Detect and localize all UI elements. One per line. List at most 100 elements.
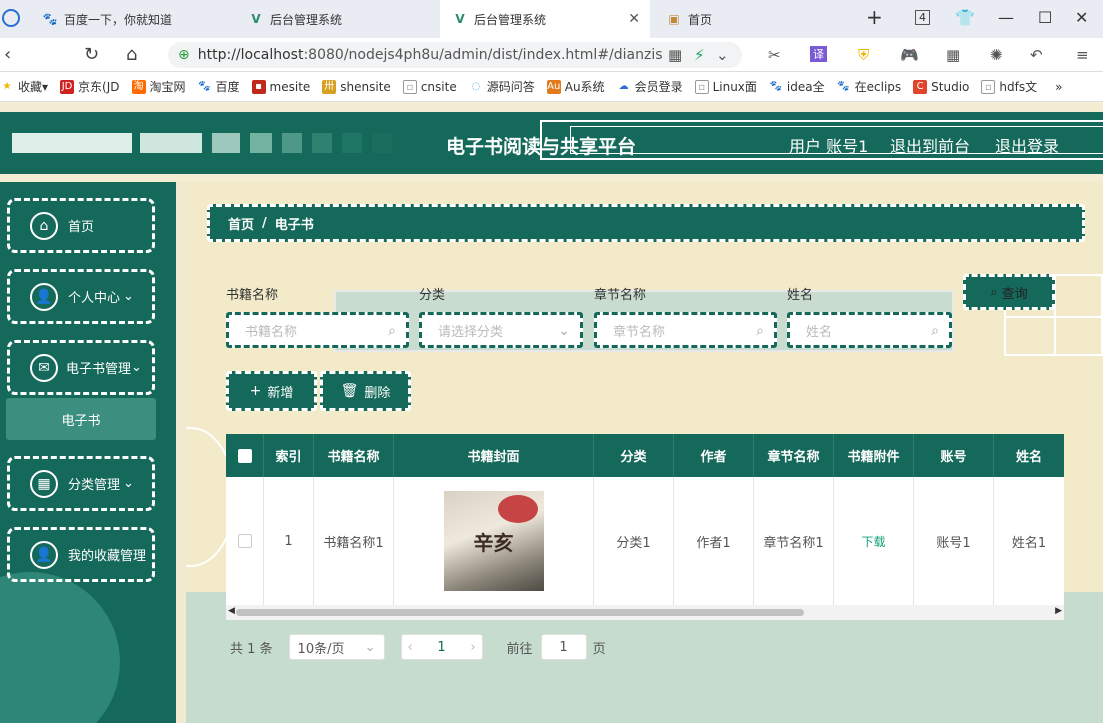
new-tab-icon[interactable]: + [866, 5, 883, 29]
book-name-search-input[interactable]: 书籍名称 ⌕ [226, 312, 409, 348]
maximize-icon[interactable]: ☐ [1038, 8, 1052, 27]
column-header[interactable]: 索引 [264, 434, 314, 477]
bookmark-item[interactable]: ★ 收藏 ▾ [0, 78, 49, 95]
select-all-checkbox[interactable] [237, 448, 252, 463]
breadcrumb-separator: / [262, 215, 267, 231]
bookmark-item[interactable]: Au Au系统 [546, 78, 605, 95]
home-icon: ⌂ [30, 211, 58, 240]
back-to-front-link[interactable]: 退出到前台 [890, 133, 970, 157]
cell-index: 1 [264, 477, 314, 605]
apps-grid-icon[interactable]: ▦ [946, 46, 960, 64]
browser-tab[interactable]: V 后台管理系统 [236, 0, 436, 38]
translate-icon[interactable]: 译 [810, 46, 827, 62]
sidebar-item-category-manage[interactable]: ▦ 分类管理 ⌄ [7, 456, 155, 511]
row-select-cell [226, 477, 264, 605]
logout-link[interactable]: 退出登录 [995, 133, 1059, 157]
lightning-icon[interactable]: ⚡ [694, 46, 705, 64]
bookmark-item[interactable]: ◌ 源码问答 [469, 78, 534, 95]
settings-icon[interactable]: ✺ [990, 46, 1003, 64]
category-select[interactable]: 请选择分类 ⌄ [419, 312, 583, 348]
column-header[interactable]: 账号 [914, 434, 994, 477]
chevron-down-icon[interactable]: ⌄ [716, 46, 729, 64]
goto-page-input[interactable]: 1 [540, 634, 587, 660]
bookmark-item[interactable]: 🐾 idea全 [769, 78, 825, 95]
bookmark-item[interactable]: ▪ mesite [251, 79, 310, 94]
input-placeholder: 书籍名称 [245, 324, 298, 340]
bookmark-item[interactable]: ▫ hdfs文 [981, 78, 1037, 95]
url-input[interactable]: ⊕ http://localhost :8080/nodejs4ph8u/adm… [168, 42, 742, 68]
bookmark-item[interactable]: ☁ 会员登录 [617, 78, 683, 95]
bookmark-item[interactable]: 🐾 百度 [198, 78, 239, 95]
scroll-left-icon[interactable]: ◀ [228, 606, 235, 616]
page-size-select[interactable]: 10条/页 ⌄ [288, 634, 385, 660]
book-cover-image[interactable]: 辛亥 [443, 491, 544, 591]
tab-title: 首页 [688, 12, 713, 27]
current-page[interactable]: 1 [437, 640, 445, 655]
query-button[interactable]: ⌕ 查询 [963, 274, 1055, 310]
back-icon[interactable]: ‹ [4, 44, 11, 65]
close-tab-icon[interactable]: ✕ [628, 11, 640, 27]
shield-icon[interactable]: ⛨ [858, 46, 869, 64]
minimize-icon[interactable]: — [998, 8, 1014, 27]
browser-tab[interactable]: 🐾 百度一下，你就知道 [30, 0, 230, 38]
row-checkbox[interactable] [237, 534, 252, 548]
browser-logo-icon[interactable] [2, 9, 20, 27]
bookmark-item[interactable]: 淘淘宝网 [131, 78, 186, 95]
undo-icon[interactable]: ↶ [1030, 46, 1043, 64]
table-row[interactable]: 1 书籍名称1 辛亥 分类1 作者1 章节名称1 下载 账号1 姓名1 [226, 477, 1064, 605]
header-decor-block [372, 133, 392, 153]
column-header[interactable]: 姓名 [994, 434, 1064, 477]
sidebar-item-home[interactable]: ⌂ 首页 [7, 198, 155, 253]
reload-icon[interactable]: ↻ [84, 44, 99, 65]
baidu-paw-icon: 🐾 [198, 80, 211, 92]
page-image-icon: ▣ [668, 12, 680, 26]
bookmark-item[interactable]: 🐾 在eclips [837, 78, 901, 95]
url-host: http://localhost [197, 47, 304, 63]
column-header[interactable]: 书籍附件 [834, 434, 914, 477]
page-icon: ▫ [981, 79, 996, 94]
sidebar-subitem-ebook[interactable]: 电子书 [6, 398, 156, 440]
bookmark-item[interactable]: 卅 shensite [322, 79, 391, 94]
sidebar-item-favorites[interactable]: 👤 我的收藏管理 [7, 527, 155, 582]
qr-code-icon[interactable]: ▦ [668, 46, 682, 64]
breadcrumb-home[interactable]: 首页 [228, 214, 254, 233]
bookmark-item[interactable]: ▫ cnsite [402, 79, 457, 94]
bookmark-item[interactable]: C Studio [913, 79, 969, 94]
delete-button-label: 删除 [364, 385, 391, 401]
download-link[interactable]: 下载 [861, 533, 885, 550]
delete-button[interactable]: 🗑 删除 [320, 371, 411, 411]
scrollbar-thumb[interactable] [236, 609, 804, 616]
main-content: 首页 / 电子书 书籍名称 分类 章节名称 姓名 书籍名称 ⌕ 请选择分类 ⌄ … [186, 182, 1103, 723]
scroll-right-icon[interactable]: ▶ [1055, 606, 1062, 616]
sidebar-item-profile[interactable]: 👤 个人中心 ⌄ [7, 269, 155, 324]
more-bookmarks-icon[interactable]: » [1055, 80, 1062, 94]
column-header[interactable]: 作者 [674, 434, 754, 477]
column-header[interactable]: 章节名称 [754, 434, 834, 477]
table-horizontal-scrollbar[interactable]: ◀ ▶ [226, 605, 1064, 620]
sidebar-item-label: 首页 [68, 220, 95, 235]
goto-label: 前往 [506, 641, 533, 657]
add-button[interactable]: + 新增 [226, 371, 317, 411]
total-count: 共 1 条 [230, 641, 273, 657]
browser-tab[interactable]: ▣ 首页 [654, 0, 834, 38]
header-decor-block [140, 133, 202, 153]
prev-page-icon[interactable]: ‹ [408, 640, 413, 655]
home-icon[interactable]: ⌂ [126, 44, 137, 65]
bookmark-item[interactable]: JD 京东(JD [60, 78, 120, 95]
scissors-icon[interactable]: ✂ [768, 46, 781, 64]
next-page-icon[interactable]: › [470, 640, 475, 655]
sidebar-item-ebook-manage[interactable]: ✉ 电子书管理 ⌄ [7, 340, 155, 395]
column-header[interactable]: 书籍封面 [394, 434, 594, 477]
bookmark-item[interactable]: ▫ Linux面 [694, 78, 757, 95]
name-search-input[interactable]: 姓名 ⌕ [787, 312, 952, 348]
tab-count-badge[interactable]: 4 [915, 10, 930, 25]
chapter-search-input[interactable]: 章节名称 ⌕ [594, 312, 777, 348]
column-header[interactable]: 书籍名称 [314, 434, 394, 477]
column-header[interactable]: 分类 [594, 434, 674, 477]
shirt-icon[interactable]: 👕 [955, 8, 975, 27]
menu-icon[interactable]: ≡ [1076, 46, 1089, 64]
grid-icon: ▦ [30, 469, 58, 498]
close-window-icon[interactable]: ✕ [1075, 8, 1088, 27]
browser-tab-active[interactable]: V 后台管理系统 ✕ [440, 0, 650, 38]
game-icon[interactable]: 🎮 [900, 46, 919, 64]
